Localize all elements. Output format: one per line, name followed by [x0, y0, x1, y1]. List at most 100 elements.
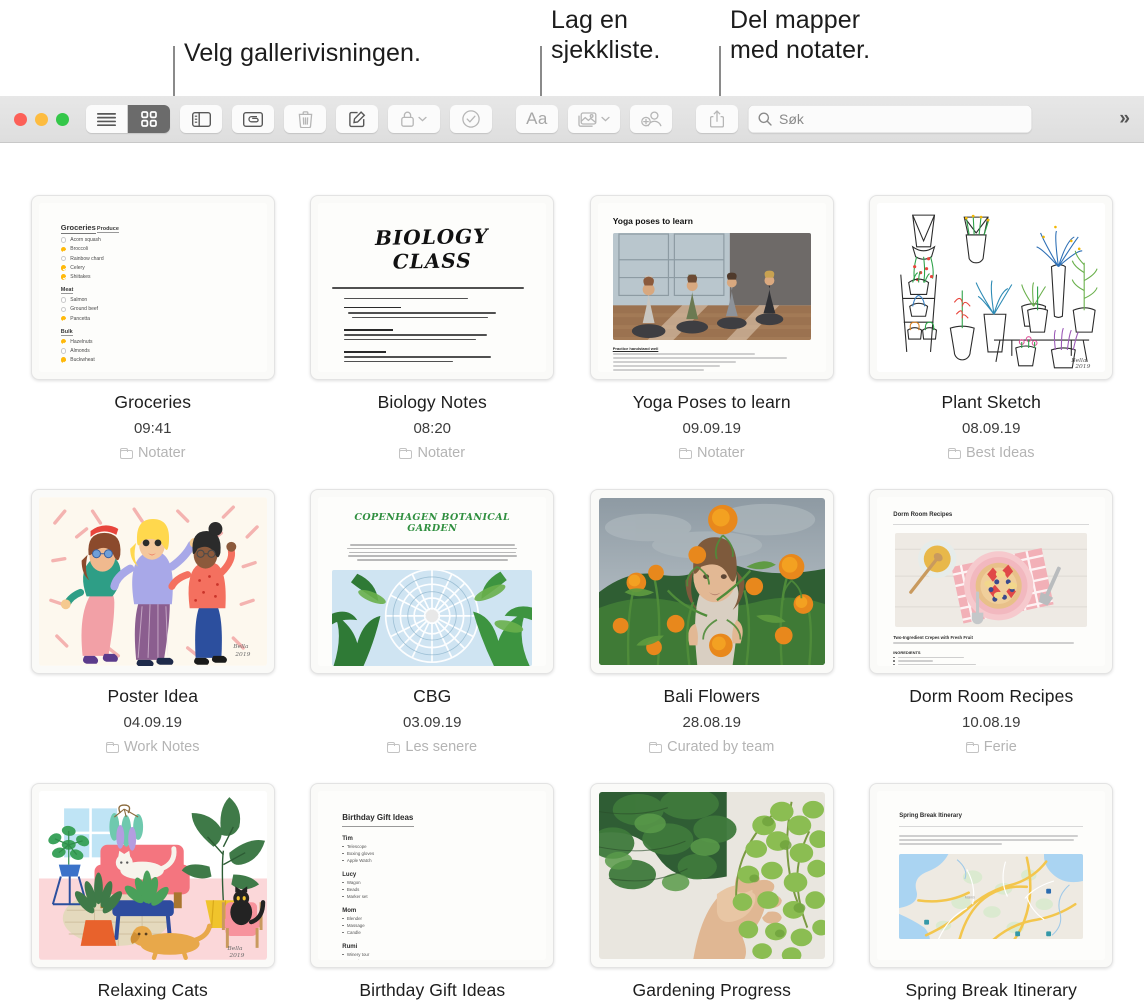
media-button[interactable]: [568, 105, 620, 133]
share-button[interactable]: [696, 105, 738, 133]
search-field[interactable]: Søk: [748, 105, 1032, 133]
note-photo: [895, 533, 1088, 627]
add-people-button[interactable]: [630, 105, 672, 133]
note-thumbnail[interactable]: Bella 2019: [30, 489, 275, 674]
checklist-item: Almonds: [60, 348, 245, 354]
note-thumbnail[interactable]: BIOLOGY CLASS: [310, 195, 555, 380]
note-folder: Notater: [378, 445, 487, 461]
note-meta: Biology Notes 08:20 Notater: [378, 380, 487, 461]
note-thumbnail[interactable]: [589, 783, 834, 968]
svg-text:Malmö: Malmö: [965, 895, 975, 899]
checkbox-icon[interactable]: [60, 265, 67, 271]
thumb-title: Birthday Gift Ideas: [342, 813, 414, 822]
note-thumbnail[interactable]: Bella 2019: [869, 195, 1114, 380]
sidebar-toggle-button[interactable]: [180, 105, 222, 133]
checkbox-icon[interactable]: [60, 315, 67, 322]
note-thumbnail[interactable]: Bella 2019: [30, 783, 275, 968]
checkbox-icon[interactable]: [60, 306, 67, 313]
note-date: 10.08.19: [962, 714, 1021, 731]
note-meta: Spring Break Itinerary: [906, 968, 1077, 1001]
window-toolbar: Aa Søk »: [0, 96, 1144, 143]
note-meta: Gardening Progress: [633, 968, 791, 1001]
checkbox-icon[interactable]: [60, 246, 67, 253]
plant-sketch-illustration: Bella2019: [877, 203, 1106, 372]
note-thumbnail[interactable]: Dorm Room Recipes Two-Ingredient Crepes …: [869, 489, 1114, 674]
note-thumbnail[interactable]: [589, 489, 834, 674]
checklist-item: Shiitakes: [60, 274, 245, 280]
note-card-bali-flowers[interactable]: Bali Flowers 28.08.19 Curated by team: [587, 489, 837, 755]
note-meta: Poster Idea 04.09.19 Work Notes: [106, 674, 199, 755]
checklist-item: Pancetta: [60, 315, 245, 322]
lock-note-button[interactable]: [388, 105, 440, 133]
note-meta: Dorm Room Recipes 10.08.19 Ferie: [909, 674, 1073, 755]
minimize-button[interactable]: [35, 112, 48, 126]
checkbox-icon[interactable]: [60, 348, 67, 354]
note-photo: [598, 498, 825, 665]
note-title: CBG: [413, 686, 452, 706]
checklist-item: Salmon: [60, 297, 245, 303]
search-placeholder: Søk: [779, 111, 804, 127]
living-room-illustration: Bella2019: [38, 791, 267, 960]
attachments-browser-button[interactable]: [232, 105, 274, 133]
note-card-poster-idea[interactable]: Bella 2019 Poster Idea 04.09.19 Work Note…: [28, 489, 278, 755]
checklist-item: Acorn squash: [60, 237, 245, 243]
gift-group: Rumi Winery tour Terrarium Perfume: [342, 944, 522, 960]
folder-icon: [649, 741, 663, 753]
note-photo: [332, 569, 533, 666]
note-thumbnail[interactable]: Spring Break Itinerary Malmö: [869, 783, 1114, 968]
note-meta: Groceries 09:41 Notater: [114, 380, 191, 461]
note-folder: Notater: [633, 445, 791, 461]
checkbox-icon[interactable]: [60, 357, 67, 363]
note-date: 03.09.19: [403, 714, 462, 731]
note-meta: Plant Sketch 08.09.19 Best Ideas: [942, 380, 1041, 461]
checkbox-icon[interactable]: [60, 255, 67, 262]
view-mode-segmented-control: [86, 105, 170, 133]
checkbox-icon[interactable]: [60, 274, 67, 280]
svg-text:2019: 2019: [1075, 363, 1091, 370]
note-card-dorm-room-recipes[interactable]: Dorm Room Recipes Two-Ingredient Crepes …: [867, 489, 1117, 755]
format-button[interactable]: Aa: [516, 105, 558, 133]
note-card-relaxing-cats[interactable]: Bella 2019 Relaxing Cats: [28, 783, 278, 1001]
checkbox-icon[interactable]: [60, 237, 67, 243]
note-card-groceries[interactable]: Groceries Produce Acorn squash Broccoli …: [28, 195, 278, 461]
delete-note-button[interactable]: [284, 105, 326, 133]
note-thumbnail[interactable]: Birthday Gift Ideas Tim Telescope Boxing…: [310, 783, 555, 968]
note-caption: Practice handstand well: [612, 346, 811, 371]
note-title: Biology Notes: [377, 392, 487, 412]
folder-icon: [119, 447, 133, 459]
note-date: 09.09.19: [682, 420, 741, 437]
new-note-button[interactable]: [336, 105, 378, 133]
handwriting-body: [332, 287, 532, 363]
note-thumbnail[interactable]: Groceries Produce Acorn squash Broccoli …: [30, 195, 275, 380]
close-button[interactable]: [14, 112, 27, 126]
note-thumbnail[interactable]: COPENHAGEN BOTANICAL GARDEN: [310, 489, 555, 674]
checkbox-icon[interactable]: [60, 297, 67, 303]
svg-text:Bella: Bella: [226, 945, 243, 952]
note-card-gardening-progress[interactable]: Gardening Progress: [587, 783, 837, 1001]
format-label: Aa: [526, 109, 548, 128]
note-card-plant-sketch[interactable]: Bella 2019 Plant Sketch 08.09.19 Best Ide…: [867, 195, 1117, 461]
toolbar-overflow-button[interactable]: »: [1119, 108, 1130, 130]
callout-gallery-view: Velg gallerivisningen.: [184, 39, 422, 67]
note-card-cbg[interactable]: COPENHAGEN BOTANICAL GARDEN CBG 03.09.19…: [308, 489, 558, 755]
thumb-title: BIOLOGY CLASS: [375, 224, 490, 274]
note-card-birthday-gift-ideas[interactable]: Birthday Gift Ideas Tim Telescope Boxing…: [308, 783, 558, 1001]
note-folder: Notater: [114, 445, 191, 461]
gift-group: Lucy Wagon Beads Marker set: [342, 872, 368, 900]
gallery-view-button[interactable]: [128, 105, 170, 133]
folder-icon: [106, 741, 119, 753]
note-card-spring-break-itinerary[interactable]: Spring Break Itinerary Malmö Spring Brea…: [867, 783, 1117, 1001]
thumb-title: Dorm Room Recipes: [893, 512, 953, 518]
checklist-item: Hazelnuts: [60, 338, 245, 345]
note-thumbnail[interactable]: Yoga poses to learn Practice handstand w…: [589, 195, 834, 380]
callout-checklist: Lag en sjekkliste.: [551, 6, 661, 64]
checklist-item: Rainbow chard: [60, 255, 245, 262]
note-meta: Relaxing Cats: [98, 968, 208, 1001]
zoom-button[interactable]: [56, 112, 69, 126]
list-view-button[interactable]: [86, 105, 128, 133]
note-card-biology-notes[interactable]: BIOLOGY CLASS Biology Notes 08:20 Notate…: [308, 195, 558, 461]
checkbox-icon[interactable]: [60, 338, 67, 345]
note-title: Relaxing Cats: [97, 980, 208, 1000]
note-card-yoga-poses[interactable]: Yoga poses to learn Practice handstand w…: [587, 195, 837, 461]
checklist-button[interactable]: [450, 105, 492, 133]
